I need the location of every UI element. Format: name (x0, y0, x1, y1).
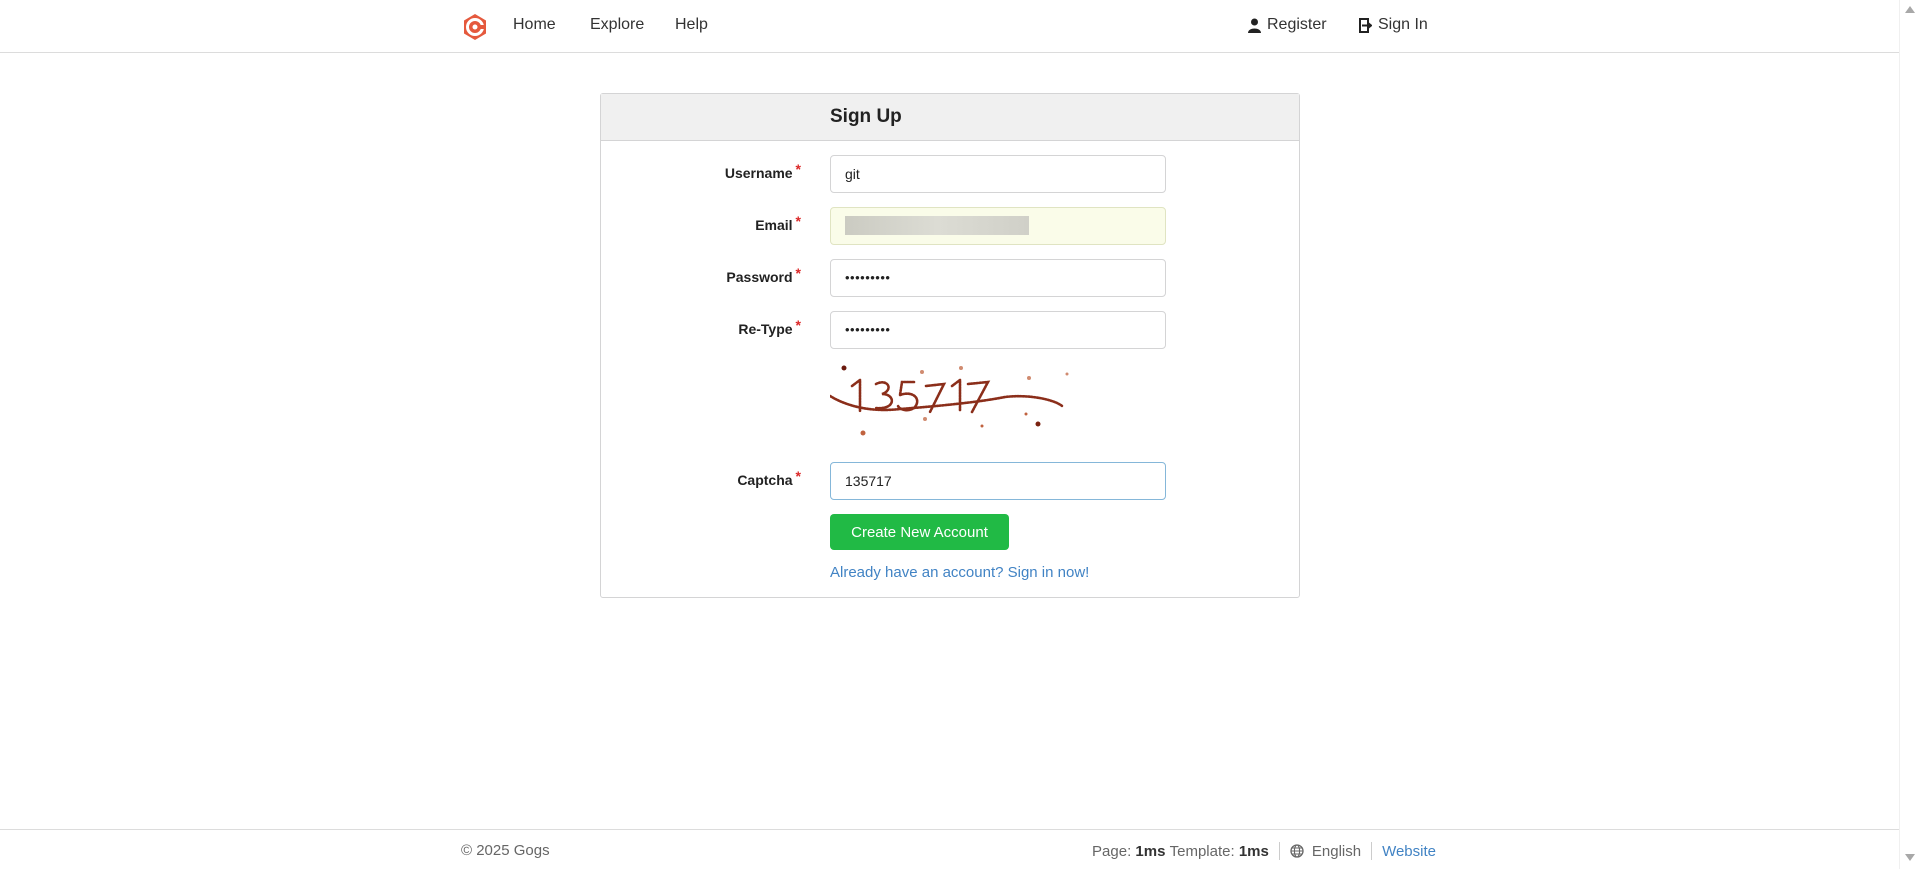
register-link[interactable]: Register (1248, 15, 1327, 35)
password-input[interactable]: ••••••••• (830, 259, 1166, 297)
user-icon (1248, 18, 1261, 33)
page-time: 1ms (1135, 842, 1166, 860)
globe-icon (1290, 844, 1304, 858)
scrollbar[interactable] (1899, 0, 1920, 869)
page-title: Sign Up (830, 106, 902, 127)
footer-divider (1371, 842, 1373, 860)
website-link[interactable]: Website (1382, 843, 1436, 860)
retype-input[interactable]: ••••••••• (830, 311, 1166, 349)
email-input[interactable] (830, 207, 1166, 245)
gogs-logo-icon[interactable] (461, 13, 489, 41)
required-mark: * (795, 161, 801, 177)
sign-in-icon (1359, 17, 1372, 33)
scroll-down-arrow-icon[interactable] (1905, 854, 1915, 861)
footer: © 2025 Gogs Page: 1ms Template: 1ms Engl… (0, 829, 1900, 870)
required-mark: * (795, 468, 801, 484)
redacted-email (845, 216, 1029, 235)
sign-in-now-link[interactable]: Already have an account? Sign in now! (830, 564, 1089, 581)
nav-home-link[interactable]: Home (513, 15, 556, 35)
required-mark: * (795, 317, 801, 333)
password-label: Password * (601, 265, 801, 285)
footer-divider (1278, 842, 1280, 860)
top-nav: Home Explore Help Register Sign In (0, 0, 1900, 53)
username-label-text: Username (724, 165, 793, 181)
language-label: English (1311, 842, 1362, 860)
scroll-up-arrow-icon[interactable] (1905, 6, 1915, 13)
retype-label-text: Re-Type (738, 321, 793, 337)
email-label: Email * (601, 213, 801, 233)
create-account-button[interactable]: Create New Account (830, 514, 1009, 550)
captcha-input[interactable]: 135717 (830, 462, 1166, 500)
page-time-label: Page: (1092, 842, 1132, 860)
password-label-text: Password (726, 269, 793, 285)
card-header: Sign Up (601, 94, 1299, 141)
nav-explore-link[interactable]: Explore (590, 15, 644, 35)
nav-help-link[interactable]: Help (675, 15, 708, 35)
template-time-label: Template: (1169, 842, 1235, 860)
sign-in-label: Sign In (1378, 16, 1428, 33)
username-input[interactable]: git (830, 155, 1166, 193)
sign-in-link[interactable]: Sign In (1359, 15, 1428, 35)
copyright: © 2025 Gogs (461, 842, 550, 859)
email-label-text: Email (755, 217, 793, 233)
footer-right: Page: 1ms Template: 1ms English Website (1092, 842, 1436, 860)
retype-label: Re-Type * (601, 317, 801, 337)
nav-container: Home Explore Help Register Sign In (461, 0, 1436, 52)
required-mark: * (795, 265, 801, 281)
captcha-image (830, 365, 1069, 436)
register-label: Register (1267, 16, 1327, 33)
required-mark: * (795, 213, 801, 229)
username-label: Username * (601, 161, 801, 181)
template-time: 1ms (1238, 842, 1269, 860)
captcha-label: Captcha * (601, 468, 801, 488)
sign-up-card: Sign Up Username * git Email * Password * •… (600, 93, 1300, 598)
language-dropdown[interactable]: English (1290, 843, 1361, 860)
captcha-label-text: Captcha (737, 472, 793, 488)
